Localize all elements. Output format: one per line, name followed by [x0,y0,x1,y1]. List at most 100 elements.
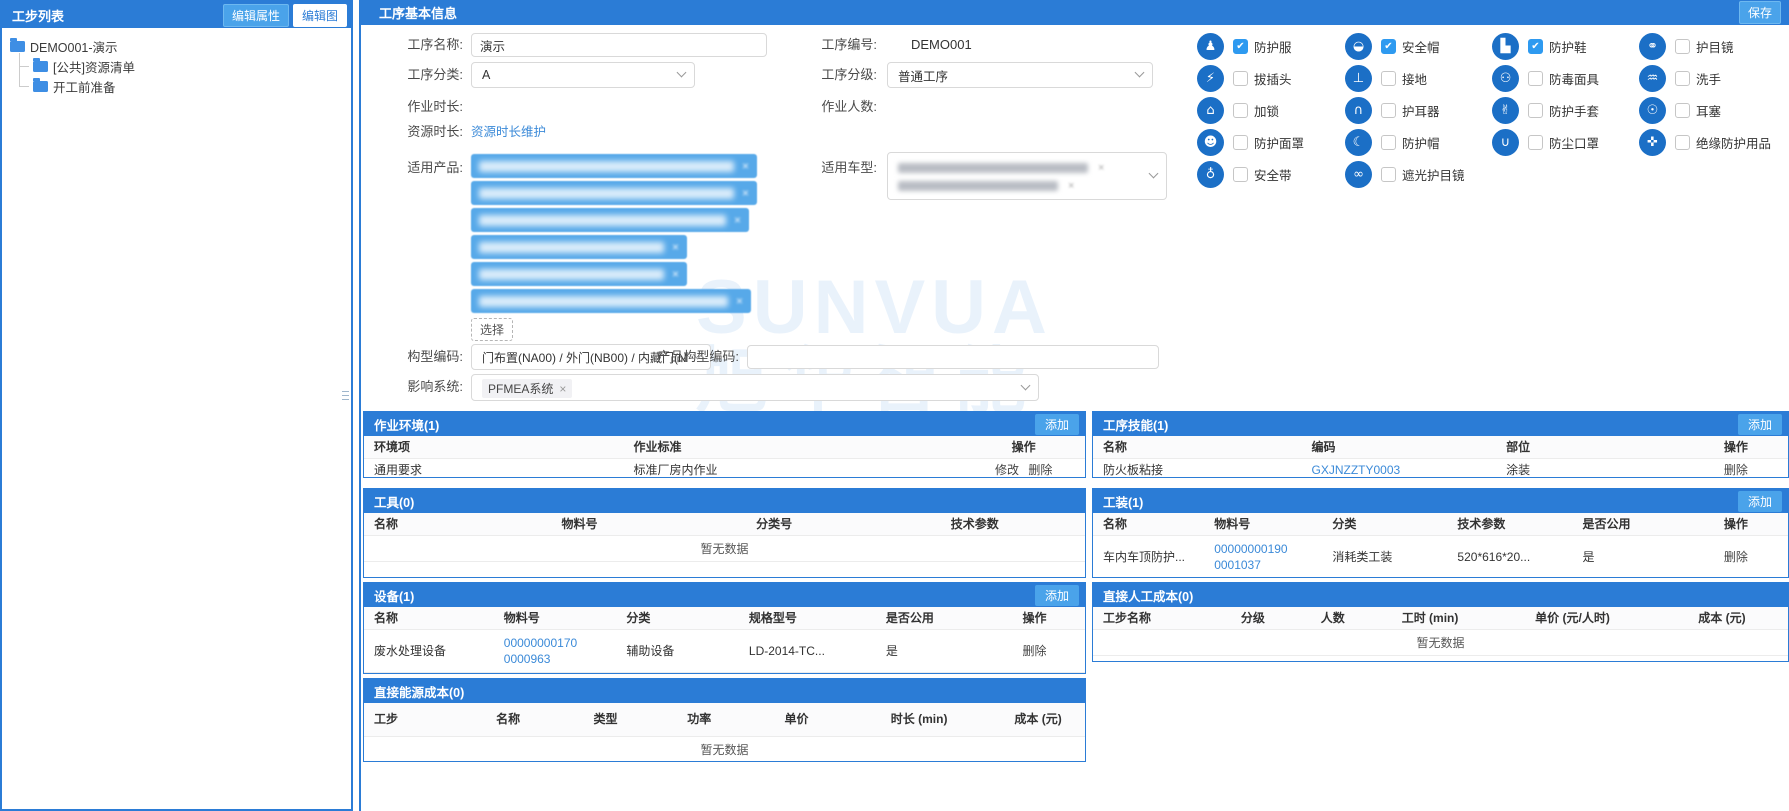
panel-direct-labor-cost: 直接人工成本(0) 工步名称 分级 人数 工时 (min) 单价 (元/人时) … [1092,582,1789,662]
tree-node-root[interactable]: DEMO001-演示 [10,36,345,56]
dust-mask-icon: ∪ [1492,129,1519,156]
ppe-checkbox-防毒面具[interactable] [1528,71,1543,86]
page-title: 工序基本信息 [379,3,1739,22]
table-row: 车内车顶防护... 00000000190 0001037 消耗类工装 520*… [1093,536,1788,578]
add-skill-button[interactable]: 添加 [1738,414,1782,435]
product-tag-redacted[interactable]: × [471,208,749,232]
delete-action[interactable]: 删除 [1028,463,1052,477]
product-tag-redacted[interactable]: × [471,154,757,178]
protective-gloves-icon: ✌ [1492,97,1519,124]
edit-attributes-button[interactable]: 编辑属性 [223,4,289,27]
ppe-checkbox-耳塞[interactable] [1675,103,1690,118]
select-products-button[interactable]: 选择 [471,318,513,341]
close-icon[interactable]: × [742,186,749,200]
material-no-link[interactable]: 0000963 [504,651,607,667]
ppe-label: 绝缘防护用品 [1696,133,1771,152]
product-config-code-label: 产品构型编码: [633,345,739,369]
redacted-text [898,181,1058,191]
add-work-env-button[interactable]: 添加 [1035,414,1079,435]
panel-title: 工装(1) [1103,492,1738,511]
app-window: 工步列表 编辑属性 编辑图 DEMO001-演示 [公共]资源清单 开工前准备 [0,0,1789,811]
ppe-checkbox-加锁[interactable] [1233,103,1248,118]
ppe-checkbox-接地[interactable] [1381,71,1396,86]
delete-action[interactable]: 删除 [1022,644,1046,658]
close-icon[interactable]: × [672,267,679,281]
close-icon[interactable]: × [742,159,749,173]
skill-code-link[interactable]: GXJNZZTY0003 [1312,462,1487,478]
material-no-link[interactable]: 00000000190 [1214,541,1312,557]
product-tag-redacted[interactable]: × [471,235,687,259]
panel-tools: 工具(0) 名称 物料号 分类号 技术参数 暂无数据 [363,488,1086,578]
grounding-icon: ⊥ [1345,65,1372,92]
material-no-link[interactable]: 00000000170 [504,635,607,651]
ppe-checkbox-遮光护目镜[interactable] [1381,167,1396,182]
process-category-select[interactable]: A [471,62,695,88]
splitter-grip[interactable] [342,388,349,402]
applicable-vehicle-select[interactable]: × × [887,152,1167,200]
empty-placeholder: 暂无数据 [1093,630,1788,656]
edit-diagram-button[interactable]: 编辑图 [293,4,347,27]
ppe-checkbox-洗手[interactable] [1675,71,1690,86]
ppe-label: 安全带 [1254,165,1292,184]
add-fixture-button[interactable]: 添加 [1738,491,1782,512]
ppe-checkbox-防护手套[interactable] [1528,103,1543,118]
product-tag-redacted[interactable]: × [471,181,757,205]
table-header: 名称 物料号 分类号 技术参数 [364,513,1085,536]
ppe-checkbox-护目镜[interactable] [1675,39,1690,54]
folder-icon [33,81,48,92]
ppe-label: 安全帽 [1402,37,1440,56]
product-tag-redacted[interactable]: × [471,289,751,313]
delete-action[interactable]: 删除 [1724,550,1748,564]
applicable-vehicle-label: 适用车型: [801,156,877,180]
impact-system-tag: PFMEA系统 × [482,379,572,398]
tree-node-resource-list[interactable]: [公共]资源清单 [19,56,345,76]
ppe-checkbox-绝缘防护用品[interactable] [1675,135,1690,150]
table-row: 废水处理设备 00000000170 0000963 辅助设备 LD-2014-… [364,630,1085,673]
ppe-checkbox-拔插头[interactable] [1233,71,1248,86]
workstep-panel-title: 工步列表 [12,6,223,25]
ppe-checkbox-防护帽[interactable] [1381,135,1396,150]
close-icon[interactable]: × [736,294,743,308]
panel-process-skills: 工序技能(1) 添加 名称 编码 部位 操作 防火板粘接 GXJNZZTY000… [1092,411,1789,478]
ppe-checkbox-防护服[interactable] [1233,39,1248,54]
delete-action[interactable]: 删除 [1724,463,1748,477]
impact-system-label: 影响系统: [361,375,463,399]
ppe-checkbox-防尘口罩[interactable] [1528,135,1543,150]
process-grade-select[interactable]: 普通工序 [887,62,1153,88]
process-name-input[interactable] [471,33,767,57]
resource-duration-link[interactable]: 资源时长维护 [471,120,546,144]
folder-icon [33,61,48,72]
ppe-checkbox-安全带[interactable] [1233,167,1248,182]
process-basic-info-panel: 工序基本信息 保存 SUNVUA 旭华智能 工序名称: 工序编号: DEMO00… [359,0,1789,811]
ppe-checkbox-防护面罩[interactable] [1233,135,1248,150]
close-icon[interactable]: × [559,382,566,396]
impact-system-select[interactable]: PFMEA系统 × [471,374,1039,401]
product-tag-redacted[interactable]: × [471,262,687,286]
wash-hands-icon: ♒ [1639,65,1666,92]
add-equipment-button[interactable]: 添加 [1035,585,1079,606]
save-button[interactable]: 保存 [1739,1,1781,24]
work-duration-label: 作业时长: [361,95,463,119]
chevron-down-icon [1021,380,1031,390]
tree-node-label: [公共]资源清单 [53,57,135,76]
panel-fixtures: 工装(1) 添加 名称 物料号 分类 技术参数 是否公用 操作 车内车顶防护..… [1092,488,1789,578]
close-icon[interactable]: × [734,213,741,227]
material-no-link[interactable]: 0001037 [1214,557,1312,573]
table-row: 防火板粘接 GXJNZZTY0003 涂装 删除 [1093,459,1788,478]
empty-placeholder: 暂无数据 [364,737,1085,762]
insulation-ppe-icon: ✜ [1639,129,1666,156]
tree-node-label: 开工前准备 [53,77,116,96]
tree-node-pre-work[interactable]: 开工前准备 [19,76,345,96]
tree-node-label: DEMO001-演示 [30,37,118,56]
ppe-label: 防尘口罩 [1549,133,1599,152]
close-icon[interactable]: × [672,240,679,254]
applicable-products-label: 适用产品: [361,156,463,180]
ppe-checkbox-安全帽[interactable] [1381,39,1396,54]
ppe-label: 防护鞋 [1549,37,1587,56]
ppe-checkbox-护耳器[interactable] [1381,103,1396,118]
ppe-label: 防毒面具 [1549,69,1599,88]
ppe-checkbox-防护鞋[interactable] [1528,39,1543,54]
edit-action[interactable]: 修改 [995,463,1019,477]
product-config-code-input[interactable] [747,345,1159,369]
process-info-header: 工序基本信息 保存 [361,0,1789,25]
